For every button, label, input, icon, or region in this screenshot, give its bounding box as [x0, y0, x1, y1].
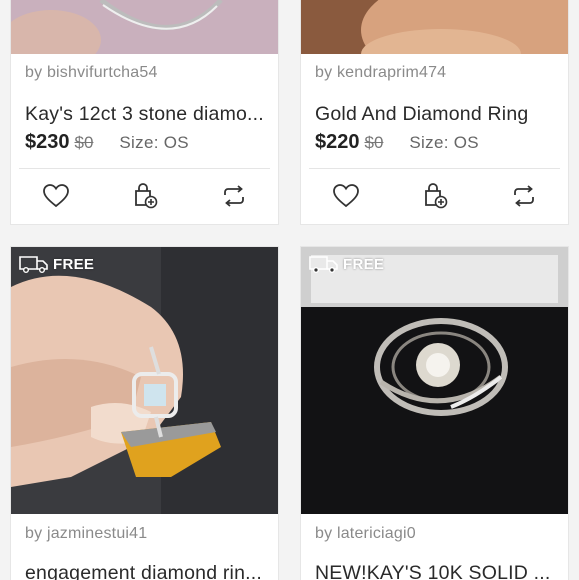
original-price: $0: [364, 133, 384, 152]
listing-size: Size: OS: [409, 133, 479, 152]
original-price: $0: [74, 133, 94, 152]
free-shipping-badge: FREE: [19, 255, 94, 273]
like-button[interactable]: [36, 176, 76, 216]
listing-photo[interactable]: [11, 0, 278, 54]
add-to-bundle-button[interactable]: [125, 176, 165, 216]
listing-photo[interactable]: [301, 247, 568, 514]
listing-title[interactable]: NEW!KAY'S 10K SOLID ...: [315, 562, 558, 580]
seller-name[interactable]: by kendraprim474: [315, 64, 446, 82]
listing-title[interactable]: Gold And Diamond Ring: [315, 103, 558, 126]
heart-icon: [332, 184, 359, 208]
listing-price: $220: [315, 131, 360, 153]
free-label: FREE: [343, 255, 385, 273]
action-bar: [301, 168, 568, 224]
bag-plus-icon: [134, 183, 157, 209]
listing-photo[interactable]: [301, 0, 568, 54]
share-icon: [513, 185, 534, 207]
heart-icon: [42, 184, 69, 208]
listing-card[interactable]: FREE by latericiagi0 NEW!KAY'S 10K SOLID…: [301, 247, 568, 580]
listing-price: $230: [25, 131, 70, 153]
listing-card[interactable]: FREE by jazminestui41 engagement diamond…: [11, 247, 278, 580]
free-shipping-badge: FREE: [309, 255, 384, 273]
action-bar: [11, 168, 278, 224]
listing-size: Size: OS: [119, 133, 189, 152]
free-label: FREE: [53, 255, 95, 273]
price-row: $220 $0 Size: OS: [315, 131, 479, 154]
bag-plus-icon: [424, 183, 447, 209]
add-to-bundle-button[interactable]: [415, 176, 455, 216]
listing-title[interactable]: Kay's 12ct 3 stone diamo...: [25, 103, 268, 126]
seller-name[interactable]: by jazminestui41: [25, 525, 147, 543]
truck-icon: [19, 256, 48, 273]
share-button[interactable]: [214, 176, 254, 216]
share-icon: [223, 185, 244, 207]
seller-name[interactable]: by bishvifurtcha54: [25, 64, 158, 82]
listing-photo[interactable]: [11, 247, 278, 514]
listing-card[interactable]: by kendraprim474 Gold And Diamond Ring $…: [301, 0, 568, 224]
listing-title[interactable]: engagement diamond rin...: [25, 562, 268, 580]
listing-card[interactable]: by bishvifurtcha54 Kay's 12ct 3 stone di…: [11, 0, 278, 224]
share-button[interactable]: [504, 176, 544, 216]
like-button[interactable]: [326, 176, 366, 216]
listing-grid: by bishvifurtcha54 Kay's 12ct 3 stone di…: [0, 0, 579, 580]
seller-name[interactable]: by latericiagi0: [315, 525, 416, 543]
truck-icon: [309, 256, 338, 273]
price-row: $230 $0 Size: OS: [25, 131, 189, 154]
